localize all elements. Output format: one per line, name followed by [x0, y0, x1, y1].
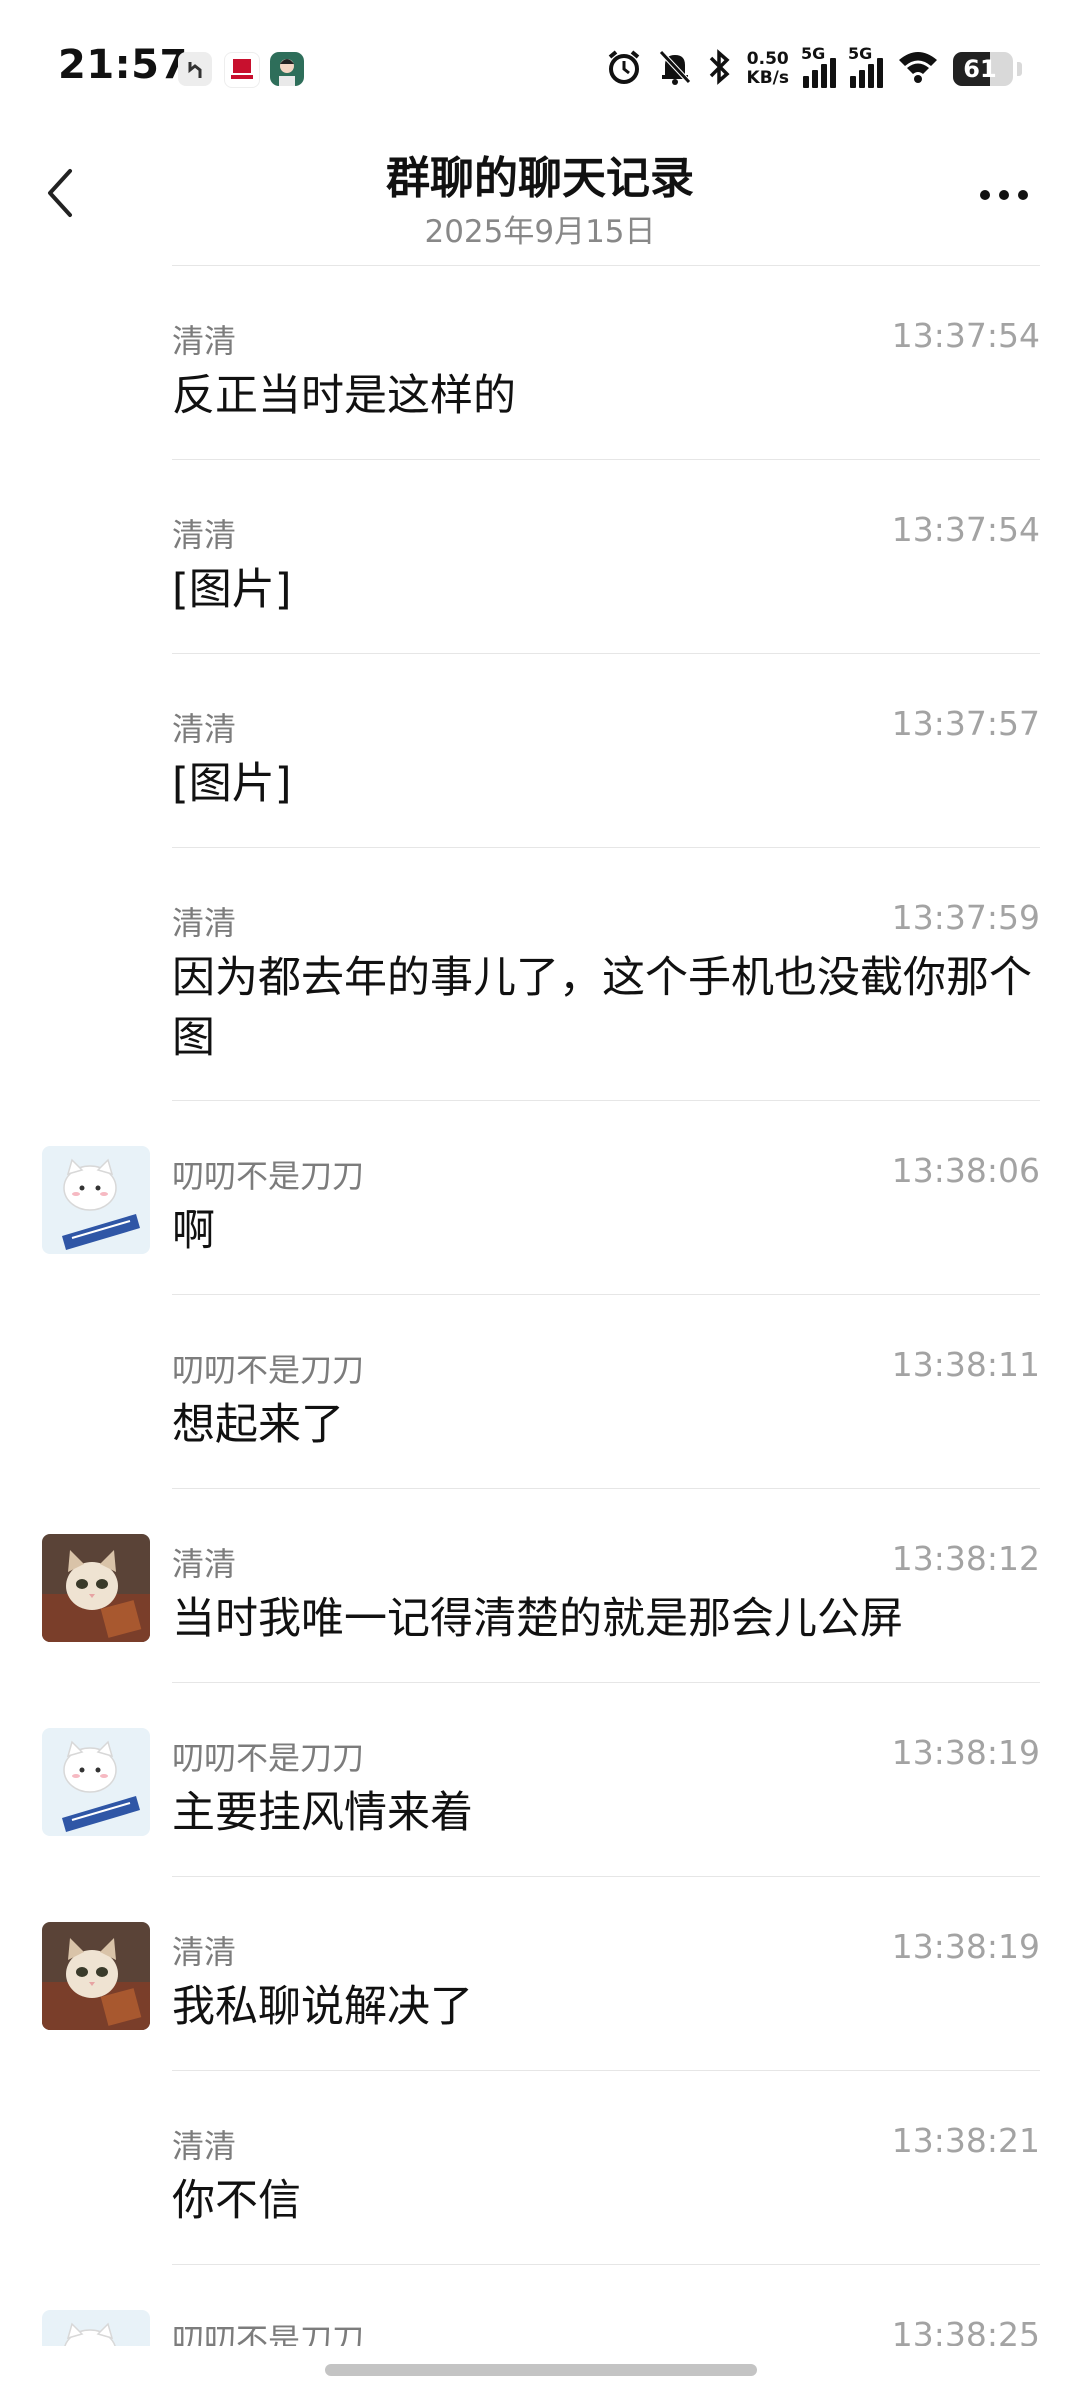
status-indicators: 0.50 KB/s 5G 5G 61	[605, 44, 1022, 94]
message-item[interactable]: 清清 13:37:59 因为都去年的事儿了，这个手机也没截你那个图	[172, 848, 1040, 1101]
message-time: 13:38:11	[891, 1345, 1040, 1384]
message-sender: 叨叨不是刀刀	[172, 2321, 365, 2346]
message-time: 13:37:54	[891, 510, 1040, 549]
message-item[interactable]: 叨叨不是刀刀 13:38:11 想起来了	[172, 1295, 1040, 1489]
message-sender: 清清	[172, 904, 237, 942]
white-cat-sign-avatar-icon	[42, 2310, 150, 2346]
message-text: 当时我唯一记得清楚的就是那会儿公屏	[172, 1594, 903, 1644]
network-speed-unit: KB/s	[746, 68, 789, 88]
more-dot-icon	[1018, 190, 1028, 200]
message-sender: 清清	[172, 2127, 237, 2165]
cellular-signal-label-2: 5G	[848, 44, 873, 63]
wifi-icon	[897, 50, 939, 88]
message-text: 反正当时是这样的	[172, 371, 516, 421]
message-list[interactable]: 清清 13:37:54 反正当时是这样的 清清 13:37:54 [图片] 清清…	[0, 266, 1080, 2346]
avatar[interactable]	[42, 1922, 150, 2030]
message-sender: 清清	[172, 322, 237, 360]
home-indicator[interactable]	[325, 2364, 757, 2376]
message-item[interactable]: 叨叨不是刀刀 13:38:19 主要挂风情来着	[42, 1683, 1040, 1877]
message-item[interactable]: 清清 13:38:19 我私聊说解决了	[42, 1877, 1040, 2071]
kitten-photo-avatar-icon	[42, 1534, 150, 1642]
battery-level: 61	[963, 55, 997, 83]
status-time: 21:57	[58, 42, 188, 88]
kfc-notification-icon	[224, 52, 260, 88]
cellular-signal-icon-2: 5G	[848, 44, 883, 88]
bluetooth-icon	[707, 48, 733, 90]
message-item[interactable]: 清清 13:37:54 反正当时是这样的	[172, 266, 1040, 460]
status-bar: 21:57 0.50 KB/s 5G 5G 61	[0, 0, 1080, 120]
message-text: 你不信	[172, 2176, 301, 2226]
more-dot-icon	[999, 190, 1009, 200]
message-item[interactable]: 清清 13:37:57 [图片]	[172, 654, 1040, 848]
message-text: 主要挂风情来着	[172, 1788, 473, 1838]
page-subtitle-date: 2025年9月15日	[424, 214, 656, 250]
message-sender: 叨叨不是刀刀	[172, 1739, 365, 1777]
message-time: 13:38:12	[891, 1539, 1040, 1578]
more-dot-icon	[980, 190, 990, 200]
mute-bell-icon	[657, 48, 693, 90]
message-time: 13:37:57	[891, 704, 1040, 743]
avatar[interactable]	[42, 1146, 150, 1254]
message-item[interactable]: 清清 13:38:12 当时我唯一记得清楚的就是那会儿公屏	[42, 1489, 1040, 1683]
message-text: 因为都去年的事儿了，这个手机也没截你那个图	[172, 953, 1032, 1063]
cellular-signal-icon: 5G	[801, 44, 836, 88]
cellular-signal-label: 5G	[801, 44, 826, 63]
message-sender: 叨叨不是刀刀	[172, 1157, 365, 1195]
network-speed: 0.50 KB/s	[747, 50, 789, 88]
avatar-notification-icon	[270, 52, 304, 86]
message-image-placeholder[interactable]: [图片]	[172, 560, 1040, 620]
avatar[interactable]	[42, 1534, 150, 1642]
message-image-placeholder[interactable]: [图片]	[172, 754, 1040, 814]
message-item[interactable]: 清清 13:37:54 [图片]	[172, 460, 1040, 654]
message-text: 想起来了	[172, 1400, 344, 1450]
white-cat-sign-avatar-icon	[42, 1728, 150, 1836]
network-speed-value: 0.50	[746, 49, 789, 69]
message-sender: 清清	[172, 710, 237, 748]
page-title: 群聊的聊天记录	[386, 153, 694, 204]
message-sender: 清清	[172, 516, 237, 554]
message-text: 我私聊说解决了	[172, 1982, 473, 2032]
app-notification-icon	[178, 52, 212, 86]
message-sender: 清清	[172, 1933, 237, 1971]
message-time: 13:38:21	[891, 2121, 1040, 2160]
battery-icon: 61	[953, 52, 1013, 86]
message-text: 啊	[172, 1206, 215, 1256]
avatar[interactable]	[42, 1728, 150, 1836]
message-time: 13:38:25	[891, 2315, 1040, 2346]
kitten-photo-avatar-icon	[42, 1922, 150, 2030]
message-time: 13:37:54	[891, 316, 1040, 355]
avatar[interactable]	[42, 2310, 150, 2346]
message-item[interactable]: 叨叨不是刀刀 13:38:25	[42, 2265, 1040, 2346]
message-time: 13:38:19	[891, 1733, 1040, 1772]
message-time: 13:37:59	[891, 898, 1040, 937]
message-item[interactable]: 叨叨不是刀刀 13:38:06 啊	[42, 1101, 1040, 1295]
more-options-button[interactable]	[966, 170, 1042, 220]
message-sender: 叨叨不是刀刀	[172, 1351, 365, 1389]
white-cat-sign-avatar-icon	[42, 1146, 150, 1254]
message-time: 13:38:19	[891, 1927, 1040, 1966]
nav-bar: 群聊的聊天记录 2025年9月15日	[0, 130, 1080, 260]
alarm-icon	[605, 48, 643, 90]
message-sender: 清清	[172, 1545, 237, 1583]
message-item[interactable]: 清清 13:38:21 你不信	[172, 2071, 1040, 2265]
message-time: 13:38:06	[891, 1151, 1040, 1190]
